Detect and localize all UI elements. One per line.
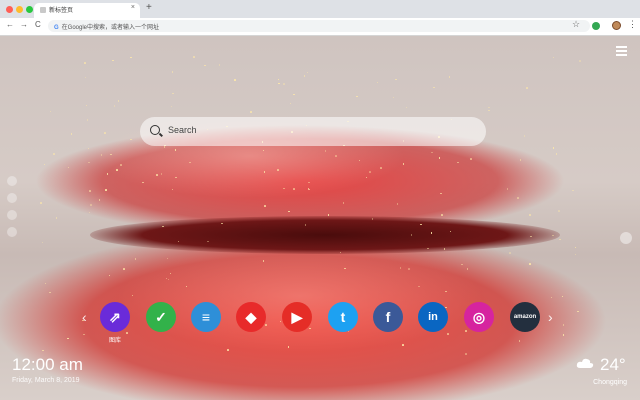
search-input[interactable]	[166, 124, 470, 136]
app-gallery-button[interactable]: ⇗	[100, 302, 130, 332]
notes-icon: ≡	[201, 309, 211, 325]
side-settings-icon[interactable]	[620, 232, 632, 244]
app-notes-button[interactable]: ≡	[191, 302, 221, 332]
clock-time: 12:00 am	[12, 355, 83, 374]
social-share-icon[interactable]	[7, 210, 17, 220]
new-tab-button[interactable]: +	[146, 2, 152, 13]
zoom-window-button[interactable]	[26, 6, 33, 13]
browser-menu-button[interactable]: ⋮	[628, 19, 637, 30]
hamburger-menu-icon[interactable]	[616, 46, 627, 58]
reload-button[interactable]: C	[35, 20, 41, 29]
next-apps-arrow[interactable]: ›	[548, 309, 553, 325]
address-placeholder: 在Google中搜索，或者输入一个网址	[61, 25, 160, 31]
game-icon: ◆	[245, 308, 257, 325]
check-icon: ✓	[155, 308, 167, 325]
twitter-icon: t	[340, 309, 346, 325]
cloud-icon	[576, 358, 594, 368]
social-share-icon[interactable]	[7, 193, 17, 203]
social-share-icon[interactable]	[7, 227, 17, 237]
app-label-gallery: 图库	[108, 338, 121, 344]
tab-title: 新标签页	[49, 8, 74, 14]
gallery-icon: ⇗	[109, 308, 121, 325]
app-youtube-button[interactable]: ▶	[282, 302, 312, 332]
facebook-icon: f	[385, 309, 391, 325]
instagram-icon: ◎	[472, 308, 486, 325]
close-window-button[interactable]	[6, 6, 13, 13]
prev-apps-arrow[interactable]: ‹	[82, 309, 87, 325]
background-image	[90, 216, 560, 254]
app-instagram-button[interactable]: ◎	[464, 302, 494, 332]
forward-button[interactable]: →	[20, 20, 28, 29]
linkedin-icon: in	[428, 311, 438, 323]
app-twitter-button[interactable]: t	[328, 302, 358, 332]
bookmark-star-icon[interactable]: ☆	[572, 19, 580, 30]
extension-icon[interactable]	[592, 22, 600, 30]
social-share-icon[interactable]	[7, 176, 17, 186]
clock-date: Friday, March 8, 2019	[12, 377, 80, 384]
app-facebook-button[interactable]: f	[373, 302, 403, 332]
search-box[interactable]	[140, 117, 486, 146]
profile-avatar[interactable]	[612, 21, 621, 30]
weather-temperature: 24°	[600, 355, 626, 374]
address-bar[interactable]: G 在Google中搜索，或者输入一个网址	[48, 20, 590, 32]
tab-new-tab[interactable]: 新标签页 ×	[34, 3, 140, 18]
browser-tabbar: 新标签页 × +	[0, 0, 640, 18]
back-button[interactable]: ←	[6, 20, 14, 29]
search-icon	[150, 125, 160, 135]
close-tab-icon[interactable]: ×	[131, 4, 135, 11]
app-linkedin-button[interactable]: in	[418, 302, 448, 332]
app-game-button[interactable]: ◆	[236, 302, 266, 332]
app-check-button[interactable]: ✓	[146, 302, 176, 332]
new-tab-page: ‹ › ⇗ ✓ ≡ ◆ ▶ t f in ◎ amazon 图库 12:00 am Friday,…	[0, 36, 640, 400]
page-icon	[40, 7, 46, 13]
minimize-window-button[interactable]	[16, 6, 23, 13]
weather-city: Chongqing	[593, 379, 627, 386]
app-amazon-button[interactable]: amazon	[510, 302, 540, 332]
amazon-icon: amazon	[513, 314, 537, 320]
google-icon: G	[54, 25, 59, 31]
youtube-icon: ▶	[291, 308, 303, 325]
browser-toolbar: ← → C G 在Google中搜索，或者输入一个网址 ☆ ⋮	[0, 18, 640, 36]
